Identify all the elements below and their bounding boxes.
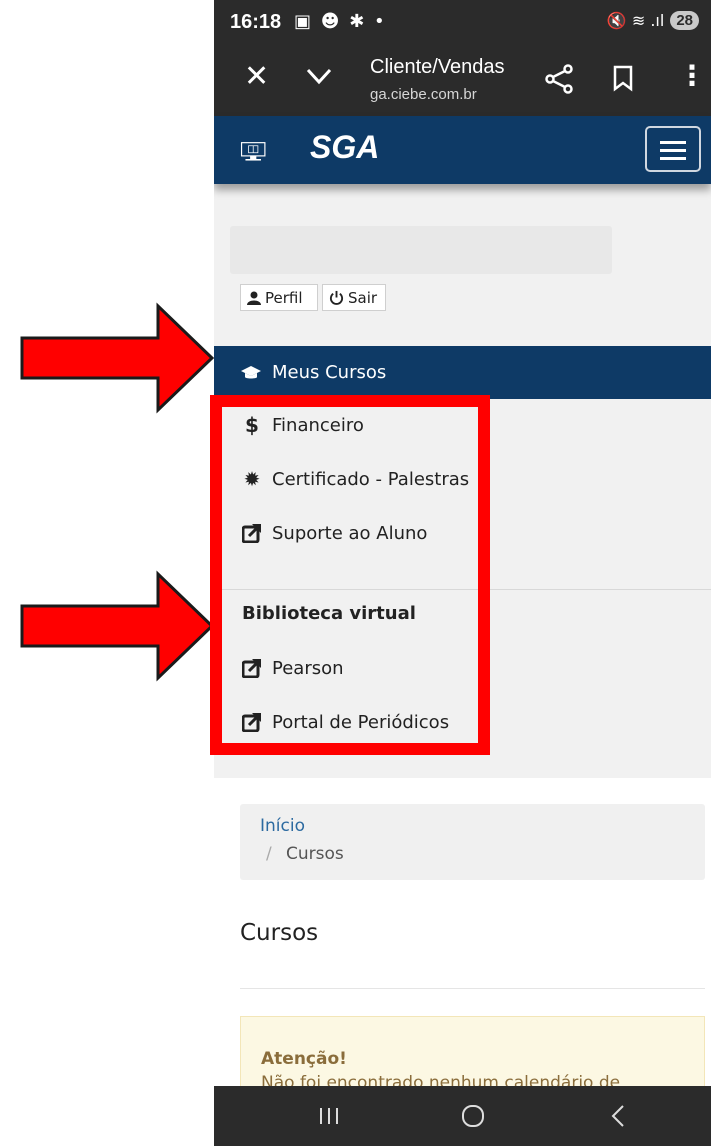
share-icon[interactable] [544, 64, 574, 94]
sga-logo-icon[interactable] [240, 124, 310, 180]
hamburger-line-icon [660, 157, 686, 160]
logout-label: Sair [348, 288, 378, 307]
signal-icons: 🔇 ≋ .ıl [606, 11, 665, 30]
page-title: Cursos [240, 920, 319, 946]
close-icon[interactable]: ✕ [244, 62, 269, 92]
breadcrumb-current: Cursos [286, 844, 344, 864]
chevron-down-icon[interactable] [304, 64, 334, 88]
profile-label: Perfil [265, 288, 303, 307]
profile-button[interactable]: Perfil [240, 284, 318, 311]
menu-item-label: Meus Cursos [272, 362, 387, 383]
hamburger-line-icon [660, 149, 686, 152]
status-right: 🔇 ≋ .ıl 28 [607, 11, 699, 30]
power-icon [329, 290, 344, 305]
breadcrumb-home-link[interactable]: Início [260, 816, 305, 836]
graduation-cap-icon [241, 365, 261, 378]
url-text[interactable]: ga.ciebe.com.br [370, 86, 477, 103]
system-nav-bar [214, 1086, 711, 1146]
annotation-arrow-top [20, 302, 215, 414]
battery-badge: 28 [670, 11, 699, 30]
hamburger-line-icon [660, 141, 686, 144]
browser-toolbar: ✕ Cliente/Vendas ga.ciebe.com.br ⋮ [214, 46, 711, 116]
home-icon[interactable] [461, 1104, 485, 1128]
status-bar: 16:18 ▣ ☻ ✱ • 🔇 ≋ .ıl 28 [214, 0, 711, 46]
user-name-placeholder [230, 226, 612, 274]
annotation-highlight-box [210, 395, 490, 755]
bookmark-icon[interactable] [612, 64, 634, 92]
content-divider [240, 988, 705, 989]
notification-icons: ▣ ☻ ✱ • [294, 11, 387, 32]
user-icon [247, 291, 261, 305]
menu-item-meus-cursos[interactable]: Meus Cursos [214, 346, 711, 399]
logout-button[interactable]: Sair [322, 284, 386, 311]
page-title-tab: Cliente/Vendas [370, 56, 505, 78]
more-icon[interactable]: ⋮ [678, 62, 706, 90]
annotation-arrow-bottom [20, 570, 215, 682]
alert-heading: Atenção! [261, 1049, 347, 1069]
hamburger-menu-button[interactable] [645, 126, 701, 172]
breadcrumb-separator: / [266, 844, 272, 864]
back-icon[interactable] [610, 1104, 626, 1128]
logo-text: SGA [310, 129, 380, 165]
breadcrumb: Início / Cursos [240, 804, 705, 880]
status-time: 16:18 [230, 11, 282, 33]
recent-apps-icon[interactable] [318, 1106, 340, 1126]
site-navbar: SGA [214, 116, 711, 184]
